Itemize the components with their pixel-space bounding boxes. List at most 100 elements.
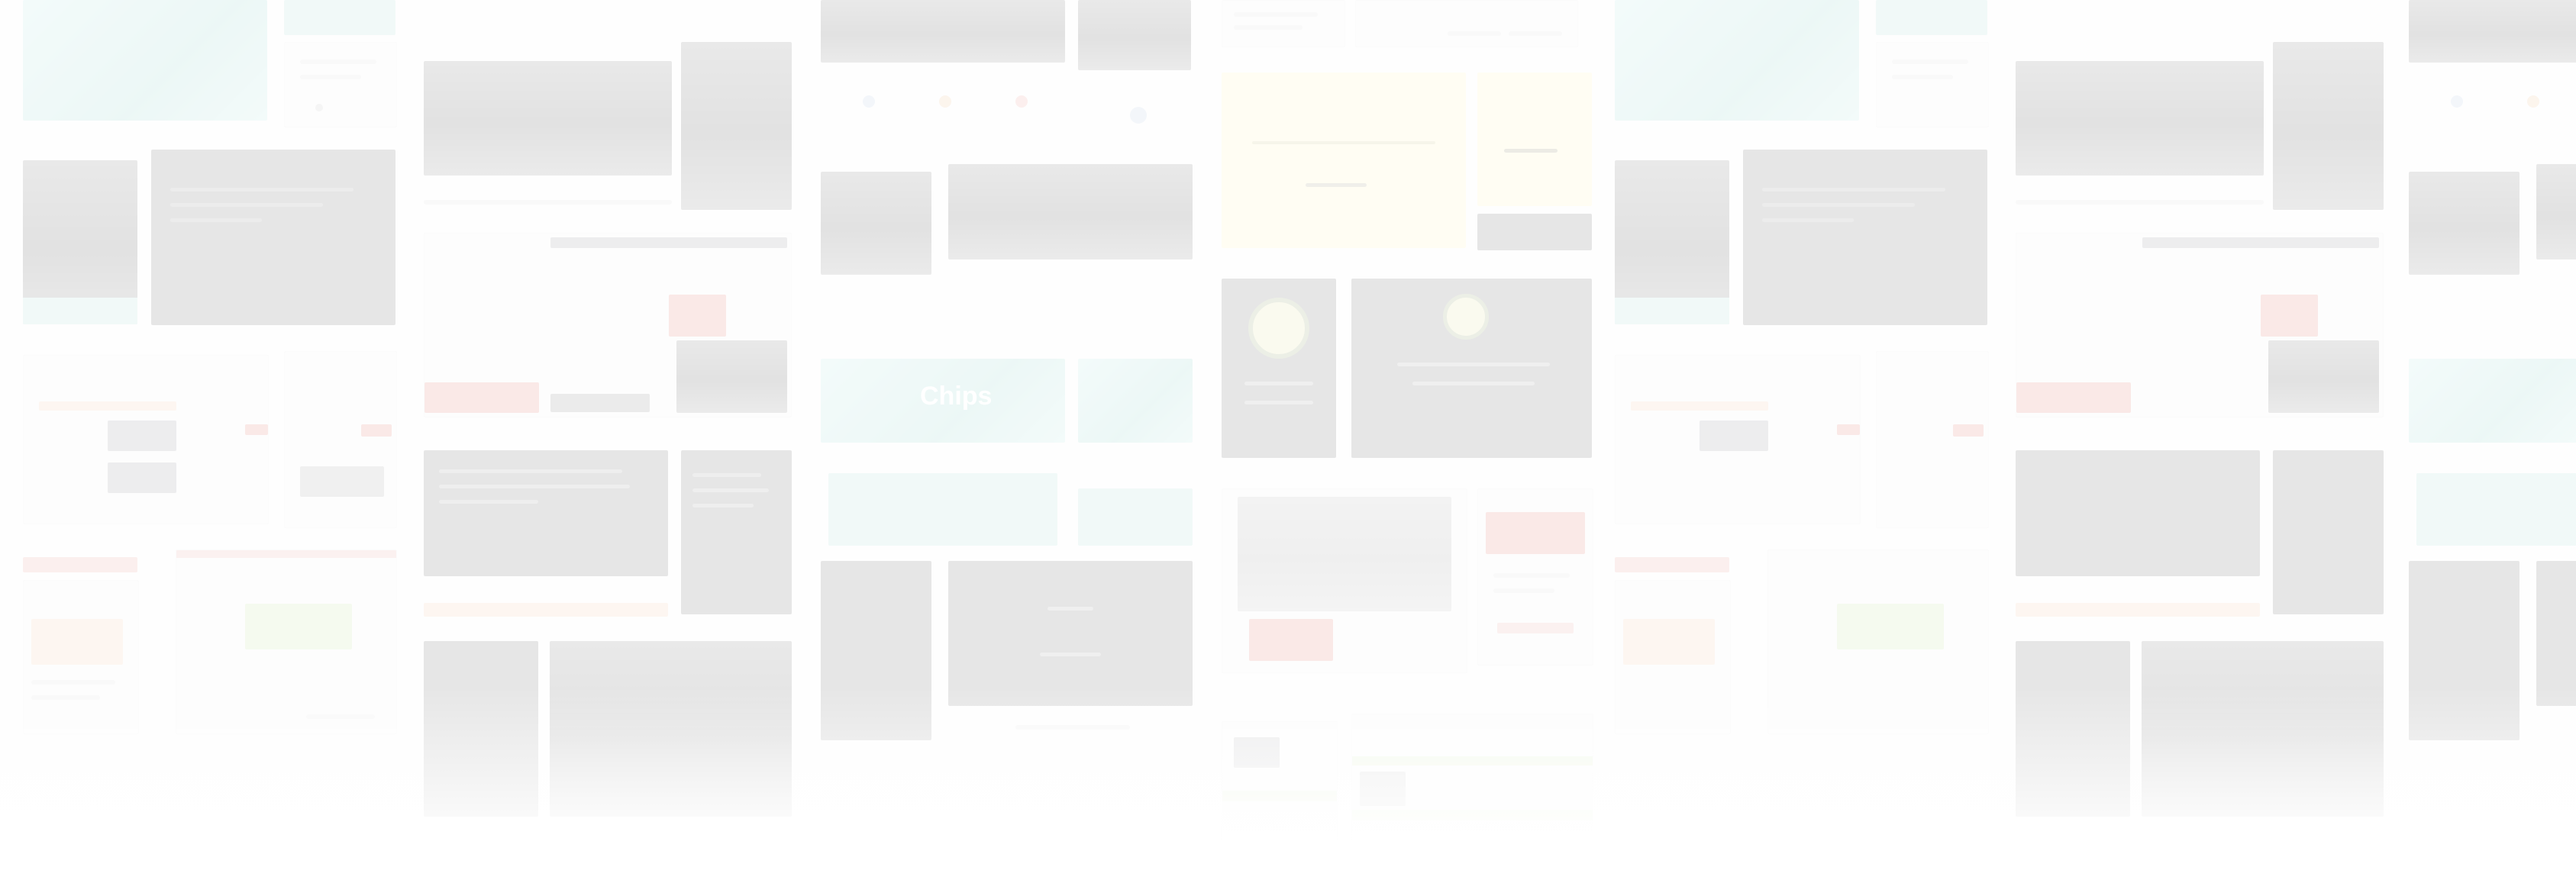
dark-sidebar-thumbnail bbox=[681, 450, 792, 614]
gray-bar bbox=[2142, 237, 2379, 248]
teal-hero-thumbnail bbox=[1615, 0, 1859, 121]
red-header-bar bbox=[176, 550, 396, 558]
yellow-side-thumbnail bbox=[1477, 73, 1592, 206]
collage-column-e bbox=[1592, 0, 1997, 883]
teal-footer-bar bbox=[1615, 298, 1729, 324]
top-card-thumbnail bbox=[1222, 0, 1345, 47]
green-bar bbox=[1222, 791, 1337, 801]
device-mockup-thumbnail bbox=[284, 351, 397, 528]
emblem-icon bbox=[1443, 294, 1489, 340]
teal-chevron-small bbox=[1078, 359, 1193, 443]
gray-bar bbox=[550, 237, 787, 248]
dark-block bbox=[1234, 737, 1280, 768]
red-dot-icon bbox=[1015, 95, 1028, 108]
blue-dot-icon bbox=[863, 95, 875, 108]
teal-content-thumbnail bbox=[2416, 473, 2576, 546]
crowd-photo-thumbnail bbox=[550, 641, 792, 817]
blue-dot-icon bbox=[2451, 95, 2463, 108]
landscape-thumbnail bbox=[948, 164, 1193, 259]
teal-footer-bar bbox=[23, 298, 137, 324]
group-photo-thumbnail bbox=[2016, 61, 2264, 176]
mountain-photo-thumbnail bbox=[2409, 172, 2520, 275]
teal-content-thumbnail bbox=[828, 473, 1057, 546]
list-thumbnail bbox=[1615, 580, 1731, 734]
browser-mockup-thumbnail bbox=[1615, 355, 1861, 524]
photo-block bbox=[108, 462, 176, 493]
orange-strip bbox=[2016, 603, 2260, 617]
portrait-thumbnail bbox=[23, 160, 137, 324]
yellow-banner-thumbnail bbox=[1222, 73, 1466, 248]
collage-column-a bbox=[0, 0, 405, 883]
sale-photo bbox=[1238, 497, 1451, 611]
dark-poster-thumbnail bbox=[821, 561, 931, 740]
landscape-thumbnail bbox=[2536, 164, 2576, 259]
photo-block bbox=[108, 421, 176, 451]
price-red-block bbox=[1486, 512, 1585, 554]
list-thumbnail bbox=[23, 580, 139, 734]
collage-column-g bbox=[2405, 0, 2576, 883]
dark-sidebar-thumbnail bbox=[2273, 450, 2384, 614]
red-badge bbox=[669, 295, 726, 337]
orange-card bbox=[31, 619, 123, 665]
gray-footer-tile bbox=[550, 394, 650, 412]
table-thumbnail bbox=[176, 549, 397, 734]
green-stripe bbox=[1352, 756, 1593, 765]
browser-mockup-thumbnail bbox=[23, 355, 269, 524]
top-card-thumbnail-2 bbox=[1355, 0, 1578, 47]
gallery-thumbnail bbox=[424, 233, 792, 417]
collage-column-d bbox=[1214, 0, 1596, 883]
teal-hero-thumbnail bbox=[23, 0, 267, 121]
teal-chevron-banner bbox=[2409, 359, 2576, 443]
dark-video-thumbnail bbox=[948, 561, 1193, 706]
top-photo-thumbnail bbox=[821, 0, 1065, 63]
photo-block bbox=[300, 466, 384, 497]
dark-block bbox=[1360, 772, 1406, 806]
red-tab-strip bbox=[1615, 557, 1729, 572]
green-chart-block bbox=[245, 604, 352, 649]
dark-button-thumbnail bbox=[1477, 214, 1592, 250]
dark-hero-center bbox=[1351, 279, 1592, 458]
collage-column-b bbox=[412, 0, 802, 883]
group-photo-thumbnail bbox=[424, 61, 672, 176]
photo-block bbox=[1700, 421, 1768, 451]
table-thumbnail bbox=[1767, 549, 1989, 734]
red-tab-strip bbox=[23, 557, 137, 572]
dark-article-thumbnail bbox=[2016, 450, 2260, 576]
white-card-thumbnail bbox=[284, 42, 397, 127]
accent-block bbox=[1837, 424, 1860, 435]
portrait-thumbnail bbox=[1615, 160, 1729, 324]
accent-block bbox=[361, 424, 392, 437]
caption-line bbox=[424, 200, 672, 205]
red-footer-tile bbox=[2016, 382, 2131, 413]
dark-poster-thumbnail bbox=[2409, 561, 2520, 740]
orange-nav-bar bbox=[1631, 401, 1768, 411]
dark-menu-thumbnail bbox=[424, 641, 538, 817]
gallery-thumbnail bbox=[2016, 233, 2384, 417]
top-photo-thumbnail bbox=[2409, 0, 2576, 63]
orange-dot-icon bbox=[939, 95, 951, 108]
dot-icon bbox=[315, 104, 323, 111]
crowd-photo-thumbnail bbox=[2142, 641, 2384, 817]
person-photo-thumbnail bbox=[681, 42, 792, 210]
red-badge bbox=[2261, 295, 2318, 337]
teal-small-thumbnail bbox=[284, 0, 395, 35]
sale-red-button bbox=[1249, 619, 1333, 661]
dark-article-thumbnail bbox=[424, 450, 668, 576]
dark-menu-thumbnail bbox=[2016, 641, 2130, 817]
person-photo-thumbnail bbox=[2273, 42, 2384, 210]
template-collage: Chips bbox=[0, 0, 2576, 883]
dark-hero-thumbnail bbox=[1743, 150, 1987, 325]
price-card-thumbnail bbox=[1477, 488, 1593, 665]
green-chart-block bbox=[1837, 604, 1944, 649]
collage-column-c: Chips bbox=[817, 0, 1199, 883]
mountain-photo-thumbnail bbox=[821, 172, 931, 275]
photo-tile bbox=[2268, 340, 2379, 413]
teal-chevron-banner: Chips bbox=[821, 359, 1065, 443]
teal-small-thumbnail bbox=[1876, 0, 1987, 35]
blue-dot-icon bbox=[1130, 107, 1147, 124]
orange-nav-bar bbox=[39, 401, 176, 411]
dark-logo-thumbnail bbox=[1222, 279, 1336, 458]
red-footer-tile bbox=[424, 382, 539, 413]
caption-line bbox=[1015, 725, 1130, 730]
caption-line bbox=[2016, 200, 2264, 205]
